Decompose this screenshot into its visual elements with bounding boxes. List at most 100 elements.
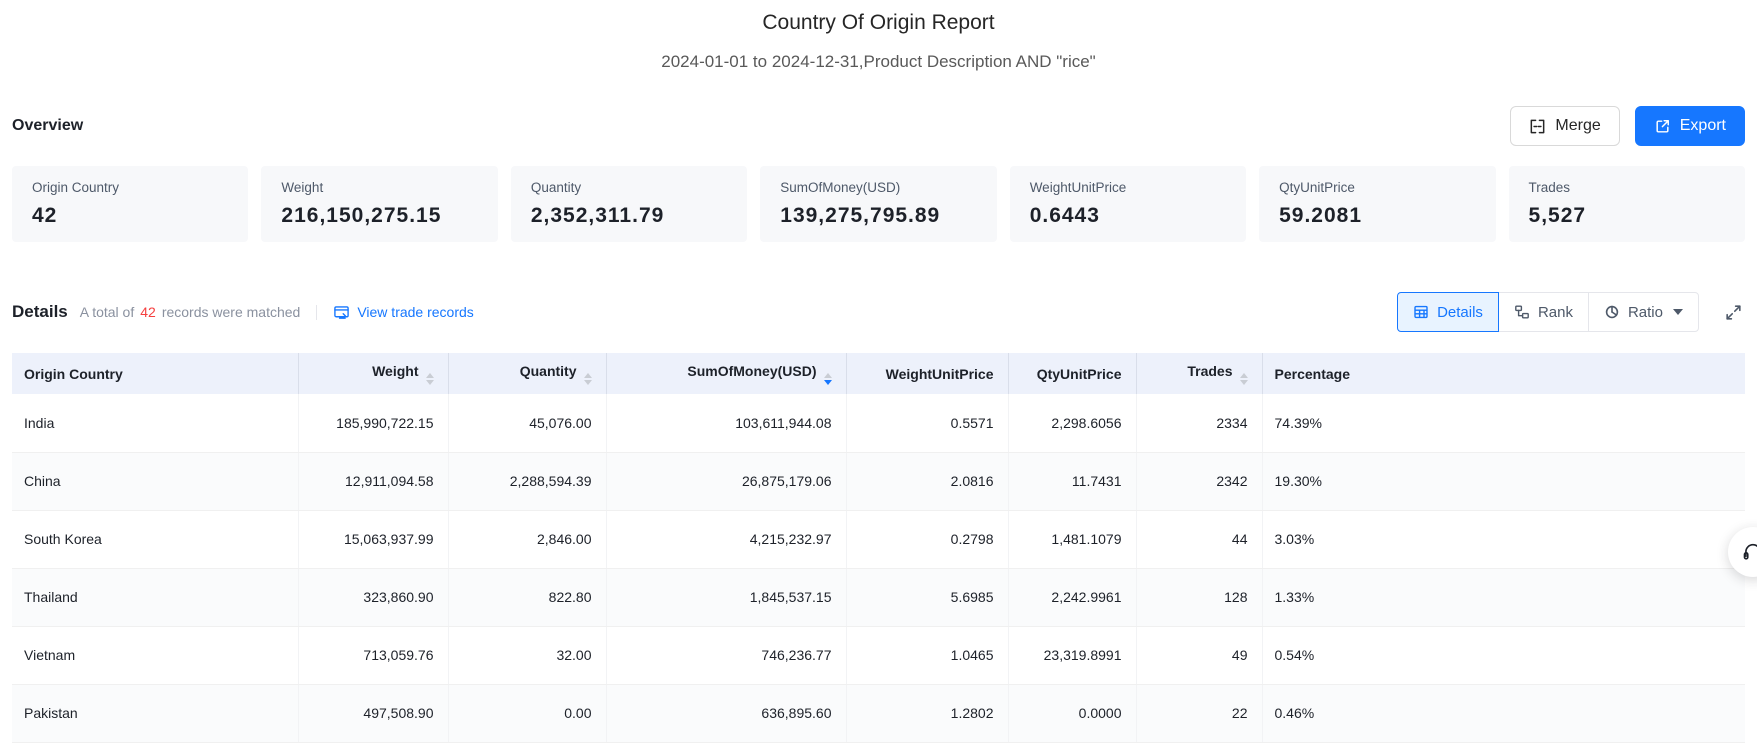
country-of-origin-report-page: Country Of Origin Report 2024-01-01 to 2…: [0, 0, 1757, 750]
matched-suffix-text: records were matched: [161, 304, 301, 320]
table-cell: 636,895.60: [606, 684, 847, 743]
column-header[interactable]: SumOfMoney(USD): [606, 353, 847, 394]
tab-ratio-label: Ratio: [1627, 303, 1663, 321]
table-cell: 19.30%: [1262, 452, 1745, 511]
table-cell: 22: [1136, 684, 1263, 743]
table-row[interactable]: Thailand 323,860.90 822.80 1,845,537.15 5.69…: [12, 568, 1745, 627]
table-cell: 5.6985: [846, 568, 1009, 627]
overview-heading: Overview: [12, 117, 84, 134]
merge-button[interactable]: Merge: [1510, 106, 1620, 146]
export-button[interactable]: Export: [1634, 106, 1745, 146]
table-row[interactable]: Pakistan 497,508.90 0.00 636,895.60 1.2802 0.…: [12, 684, 1745, 743]
column-label: Quantity: [519, 362, 577, 379]
table-cell: Vietnam: [12, 626, 299, 685]
table-cell: 1.0465: [846, 626, 1009, 685]
table-icon: [1413, 304, 1429, 320]
table-cell: 1.2802: [846, 684, 1009, 743]
column-header[interactable]: Origin Country: [12, 353, 299, 394]
export-icon: [1654, 118, 1671, 135]
table-cell: Pakistan: [12, 684, 299, 743]
table-cell: 0.0000: [1008, 684, 1137, 743]
page-title: Country Of Origin Report: [762, 11, 995, 34]
sort-icon[interactable]: [425, 372, 434, 385]
table-row[interactable]: Vietnam 713,059.76 32.00 746,236.77 1.0465 23…: [12, 626, 1745, 685]
tab-details-label: Details: [1437, 303, 1483, 321]
column-header[interactable]: Quantity: [448, 353, 607, 394]
card-value: 5,527: [1528, 204, 1587, 227]
card-label: Quantity: [530, 180, 582, 195]
column-header[interactable]: Trades: [1136, 353, 1263, 394]
table-cell: 103,611,944.08: [606, 394, 847, 453]
card-label: Origin Country: [32, 180, 120, 195]
merge-cells-icon: [1529, 118, 1546, 135]
table-cell: 23,319.8991: [1008, 626, 1137, 685]
card-label: Weight: [281, 180, 324, 195]
table-cell: 26,875,179.06: [606, 452, 847, 511]
column-label: WeightUnitPrice: [885, 365, 994, 382]
table-row[interactable]: South Korea 15,063,937.99 2,846.00 4,215,23…: [12, 510, 1745, 569]
overview-card: Weight 216,150,275.15: [261, 166, 498, 242]
headset-icon: [1741, 540, 1757, 564]
pie-icon: [1604, 304, 1620, 320]
export-button-label: Export: [1679, 117, 1726, 134]
tab-details[interactable]: Details: [1397, 292, 1499, 332]
chevron-down-icon: [1673, 309, 1683, 315]
overview-card: SumOfMoney(USD) 139,275,795.89: [760, 166, 997, 242]
overview-actions: Merge Export: [1510, 106, 1745, 146]
sort-icon[interactable]: [1239, 372, 1248, 385]
column-header[interactable]: Percentage: [1262, 353, 1745, 394]
overview-card: QtyUnitPrice 59.2081: [1259, 166, 1496, 242]
column-header[interactable]: Weight: [298, 353, 449, 394]
table-cell: 128: [1136, 568, 1263, 627]
tab-ratio[interactable]: Ratio: [1587, 292, 1699, 332]
column-header[interactable]: QtyUnitPrice: [1008, 353, 1137, 394]
table-header-row: Origin Country Weight Quantity SumOfMone…: [12, 353, 1745, 394]
column-label: Weight: [372, 362, 419, 379]
fullscreen-button[interactable]: [1721, 300, 1745, 324]
table-cell: 12,911,094.58: [298, 452, 449, 511]
card-label: QtyUnitPrice: [1279, 180, 1355, 195]
table-cell: 0.5571: [846, 394, 1009, 453]
table-cell: 2342: [1136, 452, 1263, 511]
table-cell: 0.46%: [1262, 684, 1745, 743]
table-cell: 2,242.9961: [1008, 568, 1137, 627]
column-label: Origin Country: [24, 365, 123, 382]
matched-count: 42: [140, 304, 156, 320]
sort-icon[interactable]: [823, 372, 832, 385]
rank-flow-icon: [1514, 304, 1530, 320]
table-cell: 0.2798: [846, 510, 1009, 569]
table-cell: 1.33%: [1262, 568, 1745, 627]
table-row[interactable]: China 12,911,094.58 2,288,594.39 26,875,179…: [12, 452, 1745, 511]
report-filter-subtitle: 2024-01-01 to 2024-12-31,Product Descrip…: [661, 52, 1096, 71]
table-cell: 74.39%: [1262, 394, 1745, 453]
table-cell: 0.54%: [1262, 626, 1745, 685]
tab-rank[interactable]: Rank: [1497, 292, 1589, 332]
table-cell: 497,508.90: [298, 684, 449, 743]
card-label: Trades: [1528, 180, 1571, 195]
overview-cards: Origin Country 42 Weight 216,150,275.15 …: [0, 166, 1757, 242]
table-cell: 2334: [1136, 394, 1263, 453]
view-trade-records-link[interactable]: View trade records: [333, 304, 474, 321]
table-body: India 185,990,722.15 45,076.00 103,611,944.…: [12, 394, 1745, 743]
table-row[interactable]: India 185,990,722.15 45,076.00 103,611,944.…: [12, 394, 1745, 453]
table-cell: 32.00: [448, 626, 607, 685]
table-cell: 2,288,594.39: [448, 452, 607, 511]
view-trade-records-label: View trade records: [357, 304, 474, 320]
window-arrow-icon: [333, 304, 350, 321]
column-header[interactable]: WeightUnitPrice: [846, 353, 1009, 394]
table-cell: Thailand: [12, 568, 299, 627]
table-cell: 746,236.77: [606, 626, 847, 685]
table-cell: 3.03%: [1262, 510, 1745, 569]
card-label: SumOfMoney(USD): [780, 180, 901, 195]
matched-prefix-text: A total of: [79, 304, 135, 320]
table-cell: 2.0816: [846, 452, 1009, 511]
table-cell: 15,063,937.99: [298, 510, 449, 569]
table-cell: 49: [1136, 626, 1263, 685]
sort-icon[interactable]: [583, 372, 592, 385]
table-cell: 323,860.90: [298, 568, 449, 627]
view-switcher: Details Rank Ratio: [1397, 292, 1699, 332]
table-cell: 1,845,537.15: [606, 568, 847, 627]
table-cell: 45,076.00: [448, 394, 607, 453]
overview-card: WeightUnitPrice 0.6443: [1009, 166, 1247, 242]
table-cell: India: [12, 394, 299, 453]
